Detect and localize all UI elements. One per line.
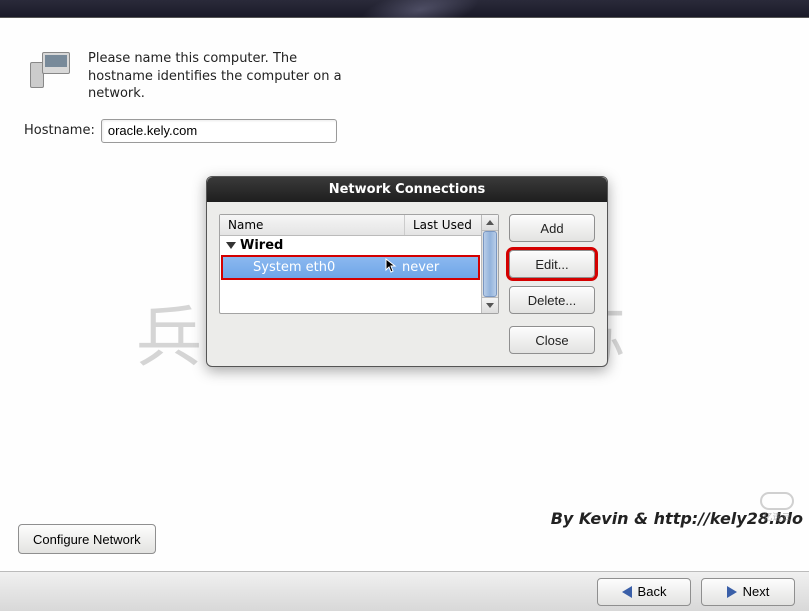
scroll-down-button[interactable]	[482, 297, 498, 313]
logo-label: 亿速云	[763, 510, 790, 523]
cursor-icon	[385, 258, 397, 274]
hostname-input[interactable]	[101, 119, 337, 143]
group-label: Wired	[240, 238, 283, 253]
logo-watermark: 亿速云	[749, 492, 805, 524]
back-label: Back	[638, 584, 667, 599]
computer-icon	[30, 50, 74, 90]
network-connections-dialog: Network Connections Name Last Used Wired	[206, 176, 608, 367]
hostname-row: Hostname:	[24, 119, 789, 143]
connections-list[interactable]: Name Last Used Wired System eth0 never	[219, 214, 499, 314]
arrow-left-icon	[622, 586, 632, 598]
scroll-thumb[interactable]	[483, 231, 497, 297]
scroll-track[interactable]	[482, 231, 498, 297]
dialog-title: Network Connections	[207, 177, 607, 202]
col-last-header[interactable]: Last Used	[405, 215, 481, 235]
connection-last-used: never	[402, 260, 470, 275]
hostname-label: Hostname:	[24, 123, 95, 138]
add-button[interactable]: Add	[509, 214, 595, 242]
delete-button[interactable]: Delete...	[509, 286, 595, 314]
connection-name: System eth0	[253, 260, 402, 275]
intro-row: Please name this computer. The hostname …	[30, 50, 789, 103]
connection-row-selected[interactable]: System eth0 never	[221, 255, 480, 280]
main-content: Please name this computer. The hostname …	[0, 18, 809, 570]
list-header: Name Last Used	[220, 215, 481, 236]
col-name-header[interactable]: Name	[220, 215, 405, 235]
wizard-nav-bar: Back Next	[0, 571, 809, 611]
dialog-side-buttons: Add Edit... Delete...	[509, 214, 595, 314]
intro-text: Please name this computer. The hostname …	[88, 50, 348, 103]
scroll-up-button[interactable]	[482, 215, 498, 231]
edit-button[interactable]: Edit...	[509, 250, 595, 278]
group-wired[interactable]: Wired	[220, 236, 481, 255]
next-button[interactable]: Next	[701, 578, 795, 606]
chevron-down-icon[interactable]	[226, 242, 236, 249]
arrow-right-icon	[727, 586, 737, 598]
back-button[interactable]: Back	[597, 578, 691, 606]
configure-network-button[interactable]: Configure Network	[18, 524, 156, 554]
scrollbar[interactable]	[481, 215, 498, 313]
close-button[interactable]: Close	[509, 326, 595, 354]
window-titlebar	[0, 0, 809, 18]
next-label: Next	[743, 584, 770, 599]
